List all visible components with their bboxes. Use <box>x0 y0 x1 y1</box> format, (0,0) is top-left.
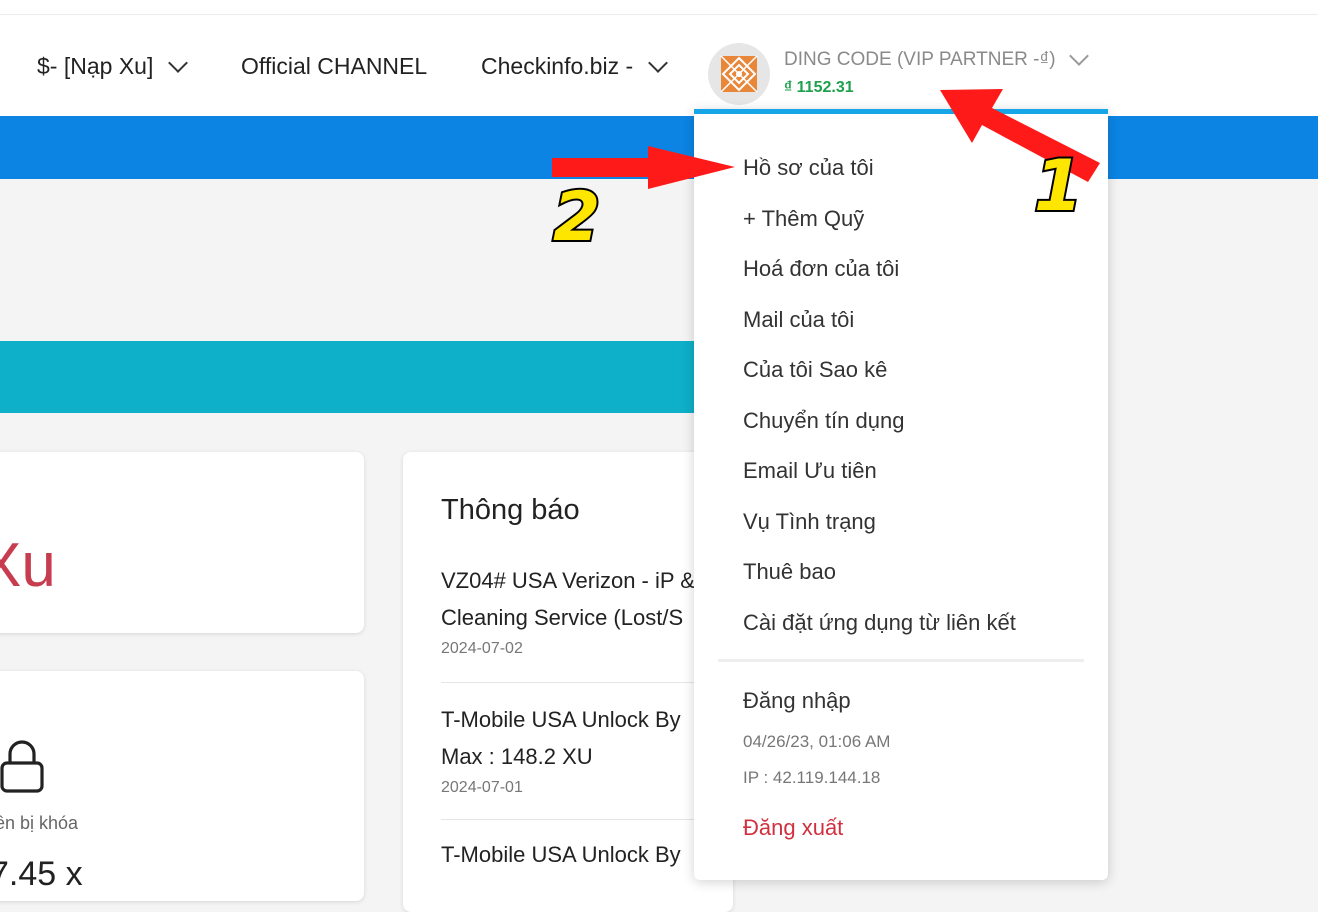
chevron-down-icon <box>168 52 189 73</box>
official-channel-link[interactable]: Official CHANNEL <box>241 53 427 80</box>
top-strip <box>0 0 1318 15</box>
account-balance: ₫ 1152.31 <box>784 79 854 96</box>
checkinfo-label: Checkinfo.biz - <box>481 53 634 79</box>
notification-line: T-Mobile USA Unlock By <box>441 842 681 867</box>
notifications-title: Thông báo <box>441 494 580 526</box>
notification-date: 2024-07-02 <box>441 640 523 657</box>
notification-line: Max : 148.2 XU <box>441 744 593 769</box>
login-time: 04/26/23, 01:06 AM <box>743 732 891 751</box>
account-name: DING CODE (VIP PARTNER -₫) <box>784 49 1056 70</box>
checkinfo-dropdown[interactable]: Checkinfo.biz - <box>481 52 669 80</box>
notifications-card: Thông báo VZ04# USA Verizon - iP & Clean… <box>403 452 733 912</box>
login-ip: IP : 42.119.144.18 <box>743 768 881 787</box>
notification-line: VZ04# USA Verizon - iP & <box>441 568 695 593</box>
navbar: $- [Nạp Xu] Official CHANNEL Checkinfo.b… <box>0 15 1318 116</box>
notification-line: T-Mobile USA Unlock By <box>441 707 681 732</box>
balance-card: Xu <box>0 452 364 633</box>
divider <box>718 659 1084 662</box>
account-menu-toggle[interactable]: DING CODE (VIP PARTNER -₫) ₫ 1152.31 <box>708 43 1089 105</box>
chevron-down-icon <box>1068 46 1089 66</box>
balance-xu-text: Xu <box>0 531 56 600</box>
menu-item-email-preferences[interactable]: Email Ưu tiên <box>743 458 877 484</box>
account-dropdown-menu: Hồ sơ của tôi + Thêm Quỹ Hoá đơn của tôi… <box>694 109 1108 880</box>
lock-icon <box>0 740 44 793</box>
pattern-logo-icon <box>720 55 758 93</box>
notification-date: 2024-07-01 <box>441 779 523 796</box>
menu-item-case-status[interactable]: Vụ Tình trạng <box>743 509 876 535</box>
annotation-label-2: 2 <box>553 178 600 257</box>
logout-link[interactable]: Đăng xuất <box>743 815 843 841</box>
chevron-down-icon <box>648 52 669 73</box>
divider <box>441 819 733 820</box>
locked-funds-card: ền bị khóa 7.45 x <box>0 671 364 901</box>
menu-item-my-mail[interactable]: Mail của tôi <box>743 307 854 333</box>
menu-item-transfer-credit[interactable]: Chuyển tín dụng <box>743 408 904 434</box>
divider <box>441 682 733 683</box>
teal-banner <box>0 341 694 413</box>
notification-item[interactable]: T-Mobile USA Unlock By Max : 148.2 XU 20… <box>441 701 733 797</box>
blue-banner <box>0 116 1318 179</box>
locked-funds-value: 7.45 x <box>0 855 83 893</box>
topup-dropdown[interactable]: $- [Nạp Xu] <box>37 52 189 80</box>
avatar <box>708 43 770 105</box>
channel-label: Official CHANNEL <box>241 53 428 79</box>
topup-label: $- [Nạp Xu] <box>37 53 154 79</box>
notification-item[interactable]: VZ04# USA Verizon - iP & Cleaning Servic… <box>441 562 733 658</box>
menu-item-add-funds[interactable]: + Thêm Quỹ <box>743 206 864 232</box>
menu-item-subscriptions[interactable]: Thuê bao <box>743 559 836 585</box>
menu-item-install-app[interactable]: Cài đặt ứng dụng từ liên kết <box>743 610 1016 636</box>
menu-item-my-invoices[interactable]: Hoá đơn của tôi <box>743 256 899 282</box>
locked-funds-label: ền bị khóa <box>0 813 79 833</box>
menu-item-my-profile[interactable]: Hồ sơ của tôi <box>743 155 874 181</box>
notification-line: Cleaning Service (Lost/S <box>441 605 684 630</box>
login-heading: Đăng nhập <box>743 688 851 713</box>
menu-item-my-statement[interactable]: Của tôi Sao kê <box>743 357 887 383</box>
notification-item[interactable]: T-Mobile USA Unlock By <box>441 836 733 873</box>
